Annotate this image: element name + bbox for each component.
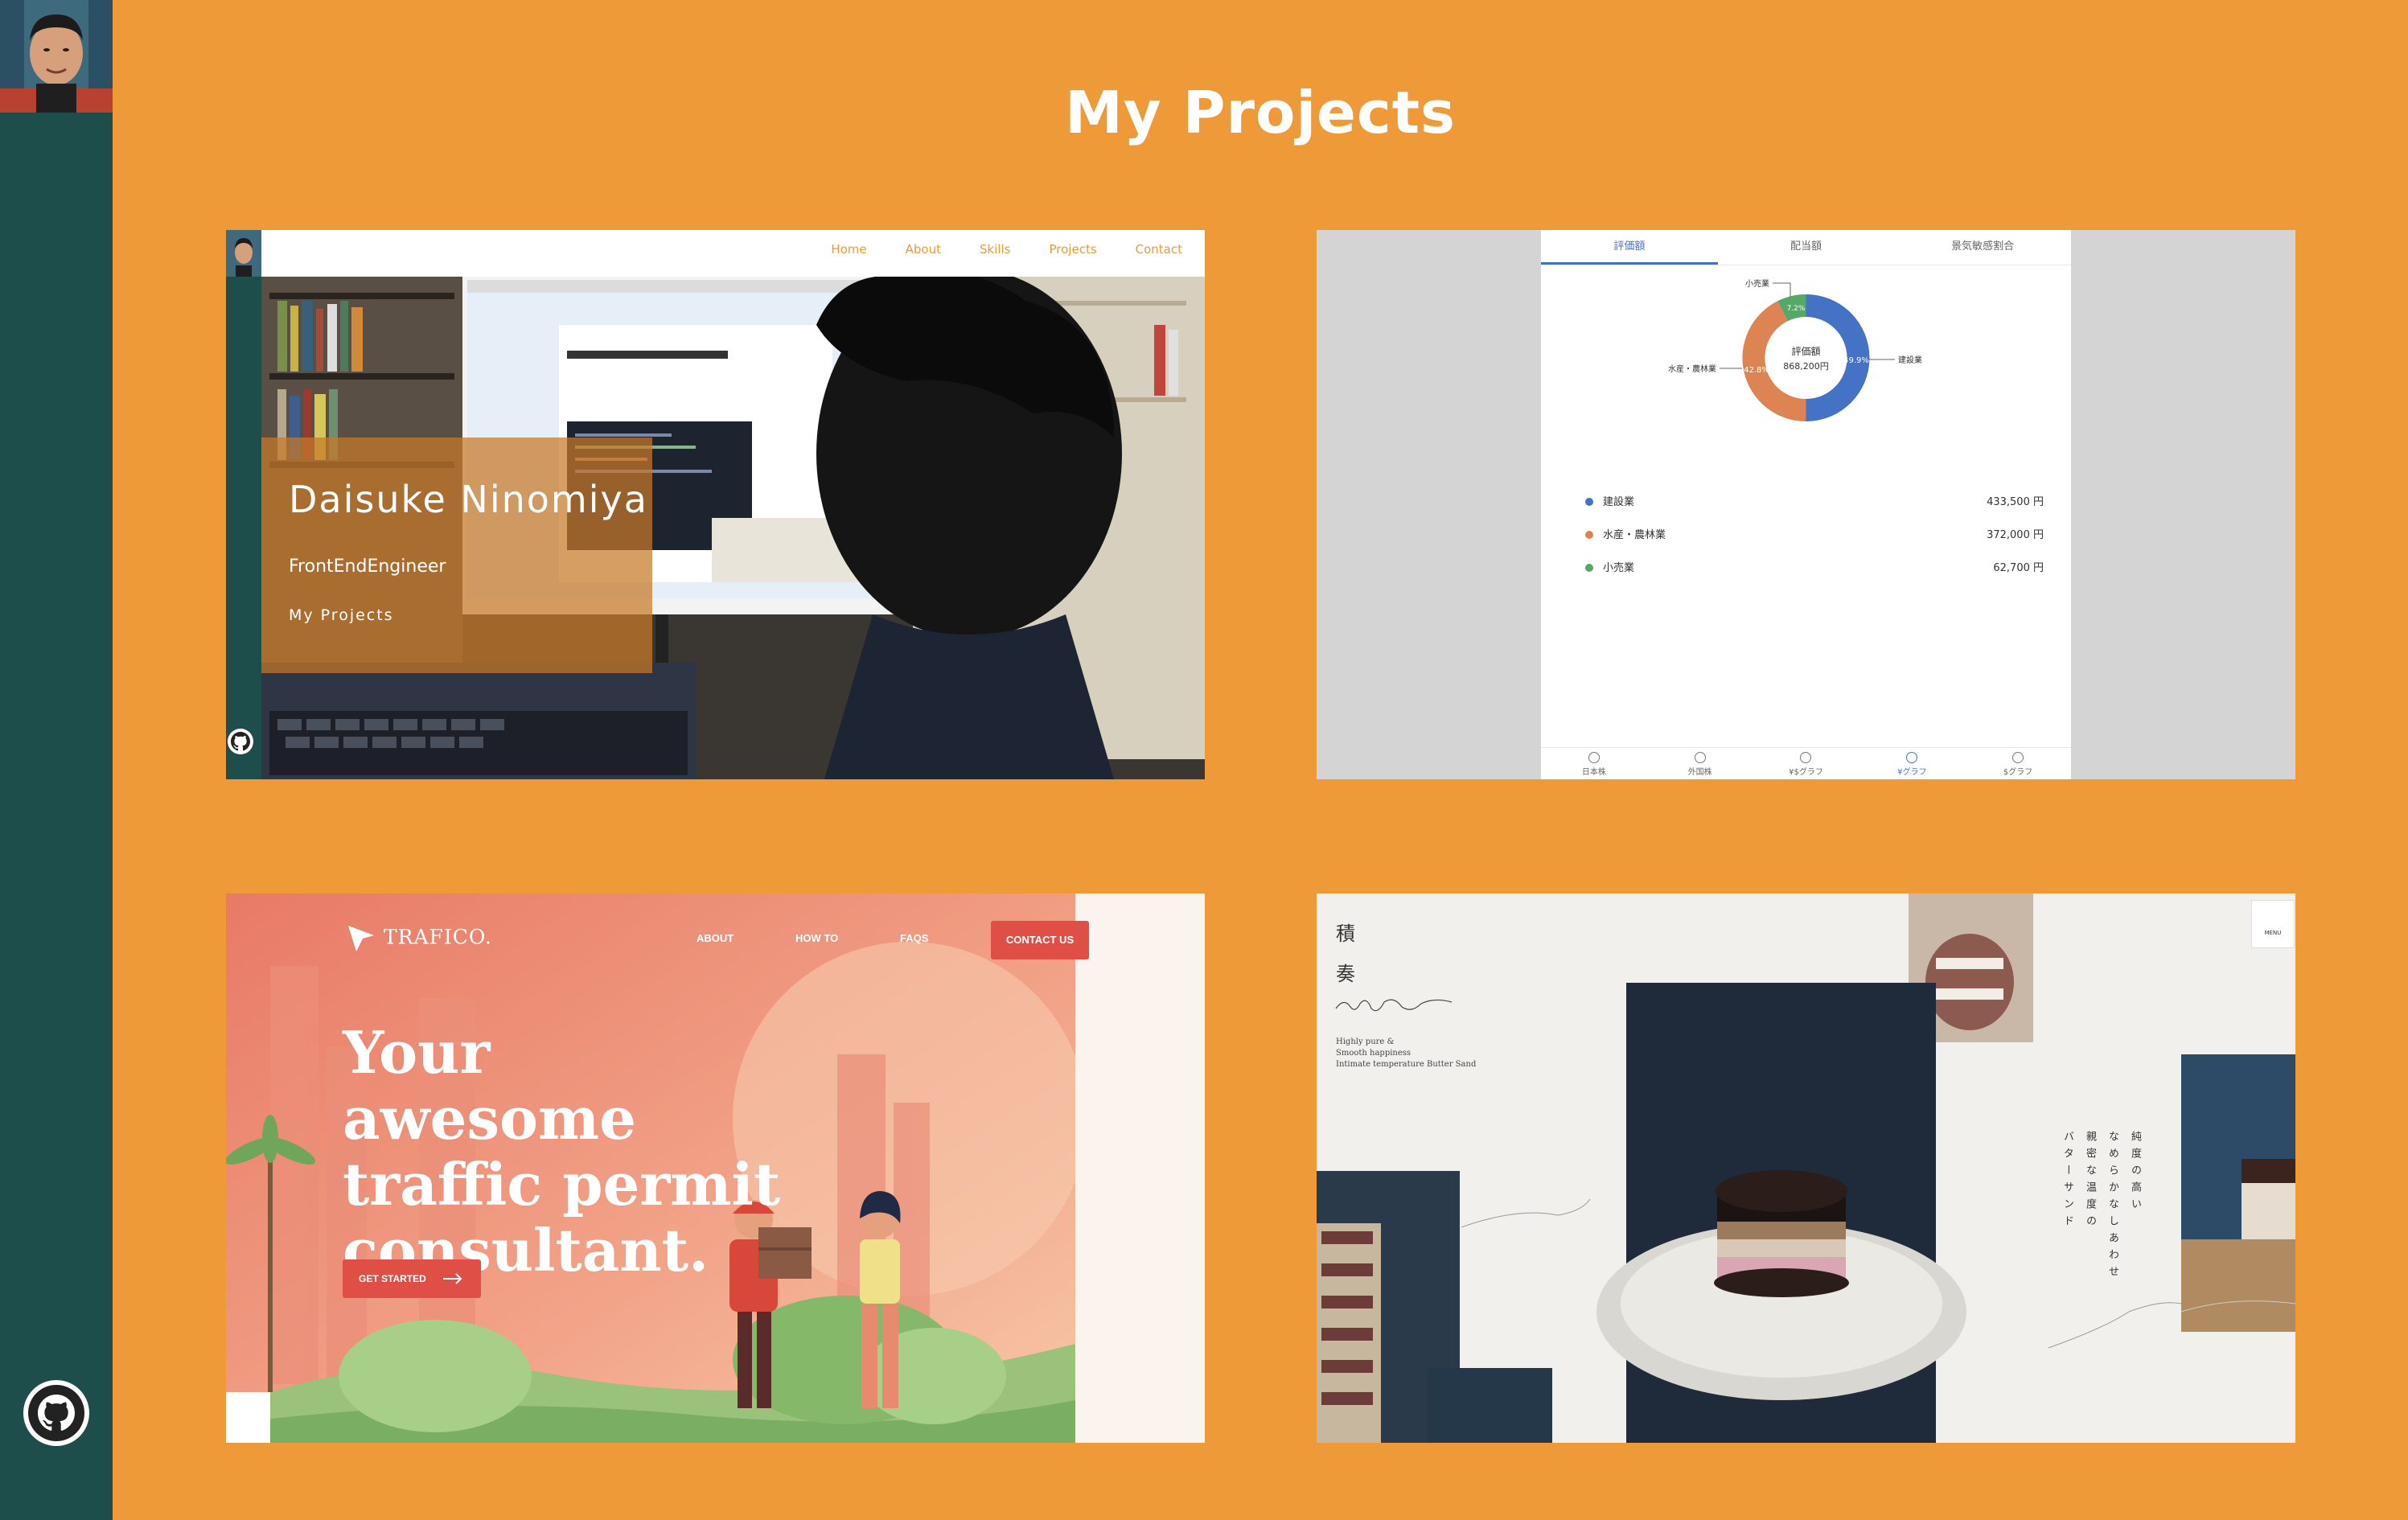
bottom-nav-label: ¥$グラフ [1789, 768, 1823, 777]
nav-projects[interactable]: Projects [1050, 242, 1097, 257]
contact-us-button[interactable]: CONTACT US [991, 921, 1089, 959]
trafico-logo-text: TRAFICO. [384, 925, 492, 949]
bottom-nav-yen-graph[interactable]: ¥グラフ [1859, 748, 1965, 779]
project-card-dashboard[interactable]: 評価額 配当額 景気敏感割合 評価額 868,200円 49.9% 42.8% … [1317, 230, 2295, 779]
pct-fishery: 42.8% [1744, 366, 1769, 375]
github-icon [28, 1385, 84, 1441]
portfolio-hero: Daisuke Ninomiya FrontEndEngineer My Pro… [261, 277, 1205, 779]
sweets-menu-button[interactable]: MENU [2251, 900, 2295, 948]
portfolio-role: FrontEndEngineer [289, 557, 446, 577]
bottom-nav-foreign-stocks[interactable]: 外国株 [1647, 748, 1753, 779]
portfolio-sidebar [226, 230, 261, 779]
sweets-tagline-1: Highly pure & [1336, 1037, 1395, 1046]
trafico-headline: Your awesome traffic permit consultant. [343, 1018, 781, 1284]
pct-retail: 7.2% [1787, 305, 1806, 313]
bottom-nav-label: 外国株 [1687, 768, 1712, 777]
bottom-nav-label: 日本株 [1581, 768, 1606, 777]
portfolio-projects-link[interactable]: My Projects [289, 606, 394, 624]
github-link[interactable] [23, 1380, 89, 1446]
dashboard-bottom-nav: 日本株 外国株 ¥$グラフ ¥グラフ $グラフ [1541, 747, 2071, 779]
bar-chart-icon [1800, 752, 1812, 763]
nav-contact[interactable]: Contact [1136, 242, 1182, 257]
get-started-button[interactable]: GET STARTED [343, 1259, 481, 1298]
project-card-portfolio[interactable]: Home About Skills Projects Contact Daisu… [226, 230, 1205, 779]
dashboard-tabs: 評価額 配当額 景気敏感割合 [1541, 230, 2071, 265]
sweets-tagline-3: Intimate temperature Butter Sand [1336, 1060, 1477, 1069]
nav-skills[interactable]: Skills [980, 242, 1011, 257]
nav-faqs[interactable]: FAQS [900, 932, 928, 944]
sweets-tagline-2: Smooth happiness [1336, 1049, 1412, 1058]
legend-dot [1585, 498, 1593, 506]
legend-label: 小売業 [1603, 562, 1635, 574]
legend-value: 62,700 円 [1993, 562, 2044, 574]
pct-construction: 49.9% [1843, 356, 1869, 365]
portfolio-nav: Home About Skills Projects Contact [831, 242, 1182, 257]
sweets-copy-col-4: バターサンド [2061, 1131, 2073, 1232]
yen-icon [1588, 752, 1600, 763]
label-construction: 建設業 [1898, 355, 1922, 365]
legend-value: 433,500 円 [1987, 496, 2044, 508]
legend-dot [1585, 564, 1593, 572]
portfolio-github-icon[interactable] [228, 729, 253, 754]
sweets-copy-col-1: 純度の高い [2129, 1131, 2141, 1215]
hero-overlay [261, 438, 652, 673]
nav-how-to[interactable]: HOW TO [795, 932, 838, 944]
portfolio-avatar [226, 230, 261, 277]
legend-row: 建設業 433,500 円 [1585, 493, 2044, 526]
tab-valuation[interactable]: 評価額 [1541, 230, 1718, 265]
sweets-photos [1317, 894, 2295, 1443]
page-title: My Projects [1065, 79, 1456, 146]
bottom-nav-label: $グラフ [2003, 768, 2033, 777]
bottom-nav-japan-stocks[interactable]: 日本株 [1541, 748, 1647, 779]
bar-chart-icon [1906, 752, 1918, 763]
sweets-copy-col-2: なめらかなしあわせ [2106, 1131, 2118, 1283]
trafico-logo[interactable]: TRAFICO. [347, 924, 492, 953]
trafico-logo-icon [348, 926, 374, 951]
sweets-title-2: 奏 [1336, 963, 1355, 985]
legend-dot [1585, 531, 1593, 539]
sidebar [0, 0, 113, 1520]
dollar-icon [1694, 752, 1706, 763]
tab-dividend[interactable]: 配当額 [1718, 230, 1895, 265]
legend-value: 372,000 円 [1987, 529, 2044, 541]
donut-center-value: 868,200円 [1783, 361, 1829, 372]
legend-row: 小売業 62,700 円 [1585, 559, 2044, 592]
portfolio-name: Daisuke Ninomiya [289, 478, 648, 521]
arrow-right-icon [443, 1273, 462, 1284]
project-card-trafico[interactable]: TRAFICO. ABOUT HOW TO FAQS CONTACT US Yo… [226, 894, 1205, 1443]
bottom-nav-label: ¥グラフ [1897, 768, 1927, 777]
nav-home[interactable]: Home [831, 242, 866, 257]
project-card-sweets[interactable]: 積 奏 Highly pure & Smooth happiness Intim… [1317, 894, 2295, 1443]
sweets-copy-col-3: 親密な温度の [2084, 1131, 2096, 1232]
tab-cyclical[interactable]: 景気敏感割合 [1894, 230, 2071, 265]
dashboard-legend: 建設業 433,500 円 水産・農林業 372,000 円 小売業 62,70… [1585, 493, 2044, 592]
nav-about[interactable]: About [906, 242, 941, 257]
sweets-title-1: 積 [1336, 922, 1355, 945]
bottom-nav-dollar-graph[interactable]: $グラフ [1965, 748, 2071, 779]
nav-about[interactable]: ABOUT [697, 932, 733, 944]
avatar[interactable] [0, 0, 113, 113]
dashboard-screen: 評価額 配当額 景気敏感割合 評価額 868,200円 49.9% 42.8% … [1541, 230, 2071, 779]
bar-chart-icon [2012, 752, 2024, 763]
legend-row: 水産・農林業 372,000 円 [1585, 526, 2044, 559]
bottom-nav-yen-dollar-graph[interactable]: ¥$グラフ [1753, 748, 1859, 779]
legend-label: 建設業 [1603, 496, 1635, 508]
donut-chart: 評価額 868,200円 49.9% 42.8% 7.2% 建設業 水産・農林業… [1668, 278, 1922, 421]
donut-center-title: 評価額 [1791, 345, 1820, 357]
label-fishery: 水産・農林業 [1668, 364, 1716, 374]
legend-label: 水産・農林業 [1603, 529, 1666, 541]
sweets-signature [1335, 999, 1453, 1012]
get-started-label: GET STARTED [359, 1273, 426, 1284]
label-retail: 小売業 [1745, 278, 1769, 289]
